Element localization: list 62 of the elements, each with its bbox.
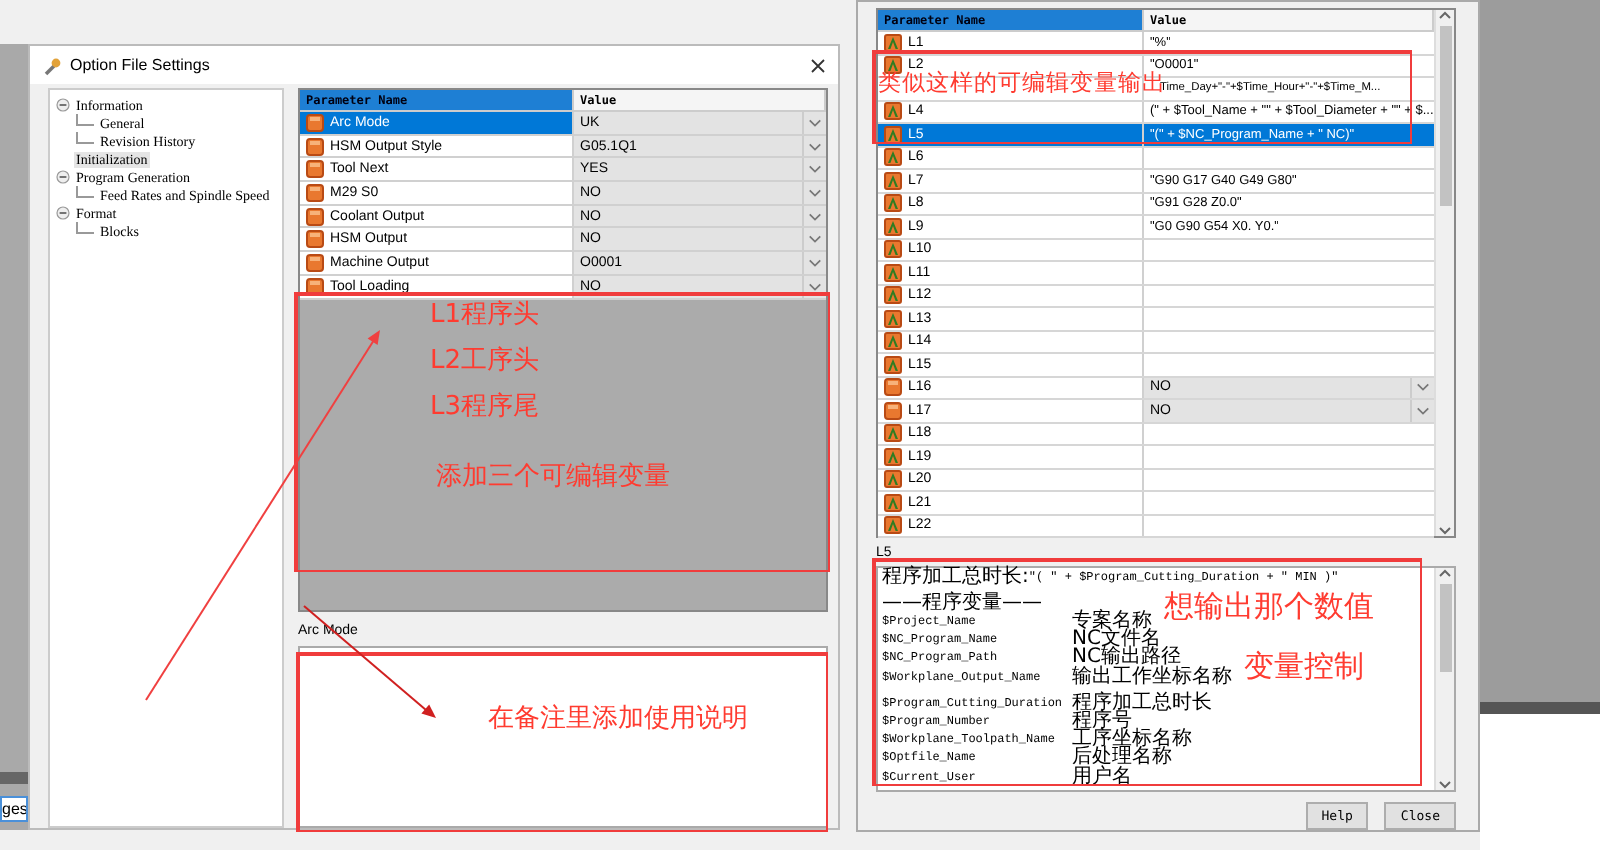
variable-description: 程序号 [1072,712,1132,731]
variable-description: NC文件名 [1072,630,1161,649]
square-icon [884,401,902,420]
square-icon [306,253,324,272]
square-icon [306,160,324,179]
marked-square-icon [884,355,902,374]
marked-square-icon [884,33,902,52]
description-field[interactable] [298,646,828,828]
marked-square-icon [884,171,902,190]
close-icon[interactable] [810,57,826,73]
square-icon [306,230,324,249]
marked-square-icon [884,56,902,75]
square-icon [306,277,324,296]
annotation-text: L1程序头 [430,302,540,328]
annotation-text: 在备注里添加使用说明 [488,706,748,732]
note-label: 程序加工总时长: [882,567,1029,586]
marked-square-icon [884,194,902,213]
marked-square-icon [884,263,902,282]
marked-square-icon [884,470,902,489]
scroll-up-icon[interactable] [1438,10,1452,22]
scrollbar[interactable] [1434,10,1454,536]
annotation-text: L2工序头 [430,348,540,374]
variable-description: 工序坐标名称 [1072,730,1192,749]
marked-square-icon [884,332,902,351]
marked-square-icon [884,148,902,167]
collapse-icon[interactable] [56,98,70,112]
square-icon [306,137,324,156]
annotation-text: 变量控制 [1244,652,1364,682]
square-icon [306,113,324,132]
collapse-icon[interactable] [56,170,70,184]
variable-description: 输出工作坐标名称 [1072,667,1232,686]
scroll-down-icon[interactable] [1438,524,1452,536]
marked-square-icon [884,125,902,144]
scroll-up-icon[interactable] [1438,567,1452,580]
marked-square-icon [884,516,902,535]
variable-description: NC输出路径 [1072,648,1181,667]
window-title: Option File Settings [70,56,212,74]
variable-description: 专案名称 [1072,612,1152,631]
note-heading: ——程序变量—— [882,593,1042,612]
scroll-down-icon[interactable] [1438,778,1452,790]
collapse-icon[interactable] [56,206,70,220]
annotation-text: L3程序尾 [430,394,540,420]
marked-square-icon [884,493,902,512]
annotation-text: 想输出那个数值 [1164,592,1374,622]
marked-square-icon [884,102,902,121]
variable-description: 后处理名称 [1072,748,1172,767]
marked-square-icon [884,286,902,305]
square-icon [306,207,324,226]
variable-description: 用户名 [1072,767,1132,786]
marked-square-icon [884,447,902,466]
variable-description: 程序加工总时长 [1072,693,1212,712]
notes-field[interactable] [876,565,1456,792]
annotation-text: 添加三个可编辑变量 [436,464,670,490]
marked-square-icon [884,240,902,259]
marked-square-icon [884,424,902,443]
wrench-icon [42,55,62,75]
square-icon [306,183,324,202]
marked-square-icon [884,217,902,236]
square-icon [884,378,902,397]
scrollbar[interactable] [1434,567,1454,790]
toolbar-strip [0,772,28,784]
marked-square-icon [884,309,902,328]
